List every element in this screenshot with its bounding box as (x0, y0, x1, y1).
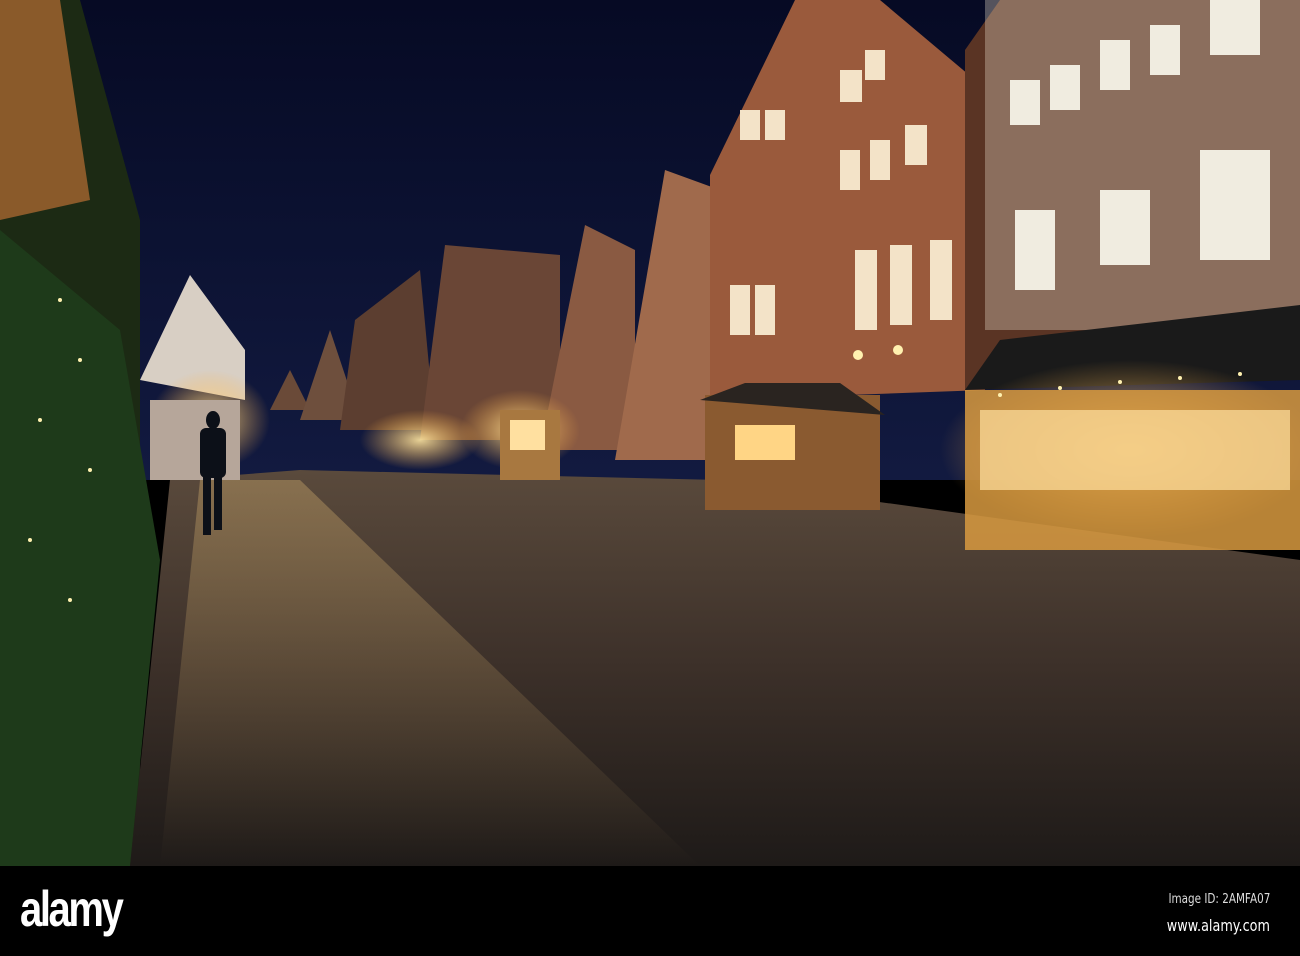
christmas-market-night-photo (0, 0, 1300, 866)
image-id: Image ID: 2AMFA07 (1168, 892, 1270, 907)
stock-photo: alamy Image ID: 2AMFA07 www.alamy.com (0, 0, 1300, 956)
large-timbered-building-right (965, 0, 1300, 390)
footer-bar: alamy Image ID: 2AMFA07 www.alamy.com (0, 866, 1300, 956)
site-url: www.alamy.com (1166, 916, 1270, 935)
alamy-logo: alamy (20, 881, 124, 937)
